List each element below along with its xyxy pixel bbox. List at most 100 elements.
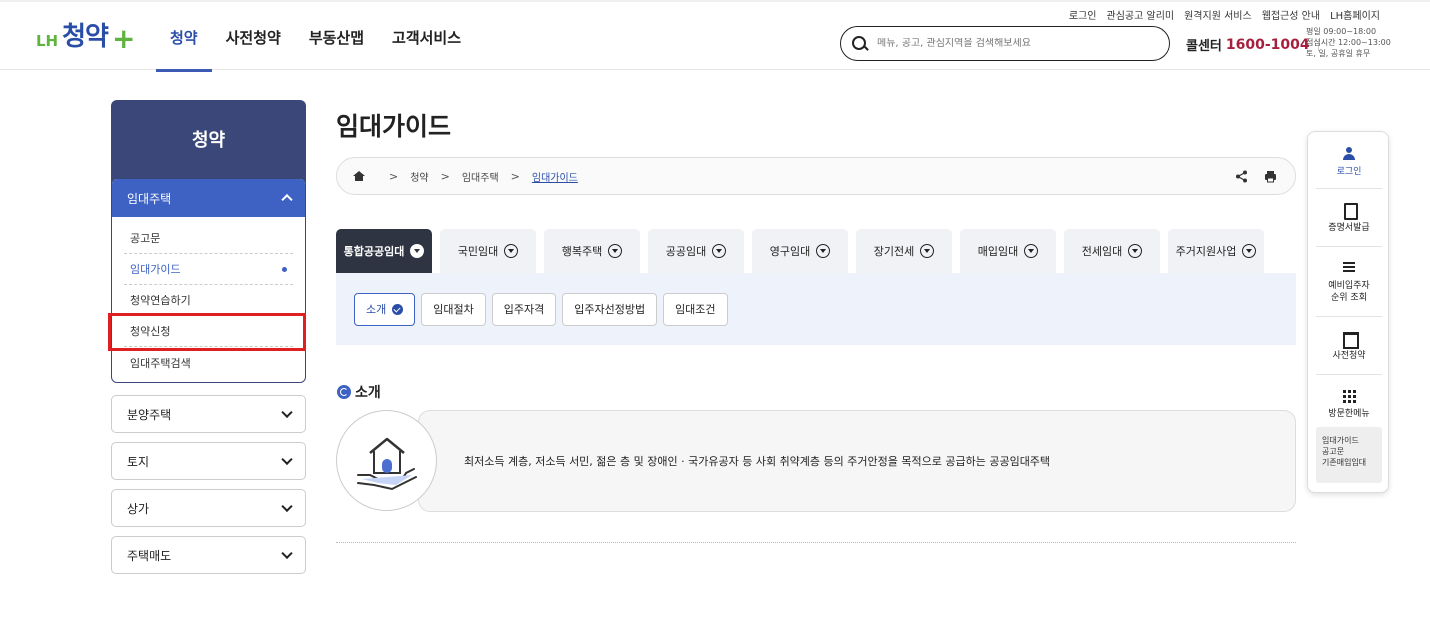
home-icon[interactable] — [353, 171, 365, 181]
breadcrumb-item[interactable]: 임대주택 — [462, 169, 499, 184]
logo[interactable]: LH 청약 + — [36, 16, 135, 53]
subtab-label: 소개 — [366, 303, 387, 316]
chevron-up-icon — [281, 193, 293, 206]
chevron-down-icon — [504, 244, 519, 258]
visited-item[interactable]: 기존매입임대 — [1322, 457, 1376, 468]
hours-closed: 토, 일, 공휴일 휴무 — [1306, 49, 1371, 58]
highlight-box — [108, 313, 306, 351]
subtab-intro[interactable]: 소개 — [354, 292, 416, 326]
search-bar[interactable] — [840, 26, 1170, 61]
section-title: 소개 — [337, 382, 381, 402]
quick-login-label: 로그인 — [1336, 167, 1362, 177]
breadcrumb-separator: > — [510, 169, 520, 183]
hours-lunch: 점심시간 12:00~13:00 — [1306, 38, 1391, 47]
subtab-eligibility[interactable]: 입주자격 — [491, 292, 557, 326]
utility-links: 로그인 관심공고 알리미 원격지원 서비스 웹접근성 안내 LH홈페이지 — [1069, 7, 1380, 22]
side-nav-land-label: 토지 — [127, 454, 150, 469]
chevron-down-icon — [410, 244, 425, 258]
tab-label: 영구임대 — [769, 245, 811, 258]
subtab-selection[interactable]: 입주자선정방법 — [562, 292, 658, 326]
quick-login[interactable]: 로그인 — [1316, 146, 1382, 178]
subtab-conditions[interactable]: 임대조건 — [663, 292, 728, 326]
side-nav: 청약 임대주택 공고문 임대가이드 청약연습하기 청약신청 임대주택검색 — [111, 100, 306, 383]
chevron-down-icon — [1024, 244, 1039, 258]
page-title: 임대가이드 — [336, 112, 452, 141]
tab-label: 장기전세 — [873, 245, 915, 258]
tab-permanent[interactable]: 영구임대 — [752, 229, 848, 273]
tab-purchase[interactable]: 매입임대 — [960, 229, 1056, 273]
check-icon — [392, 303, 404, 315]
nav-cheongyak[interactable]: 청약 — [156, 2, 212, 72]
quick-pre-cheongyak-label: 사전청약 — [1332, 351, 1366, 361]
side-nav-item-notice[interactable]: 공고문 — [124, 223, 293, 254]
chevron-down-icon — [816, 244, 831, 258]
quick-visited-label: 방문한메뉴 — [1328, 409, 1370, 419]
chevron-down-icon — [1242, 244, 1257, 258]
callcenter: 콜센터 1600-1004 — [1186, 35, 1323, 54]
hours-weekday: 평일 09:00~18:00 — [1306, 27, 1377, 36]
header: 로그인 관심공고 알리미 원격지원 서비스 웹접근성 안내 LH홈페이지 LH … — [0, 0, 1430, 72]
tab-happy-housing[interactable]: 행복주택 — [544, 229, 640, 273]
breadcrumb-item[interactable]: 청약 — [410, 169, 428, 184]
side-nav-item-search[interactable]: 임대주택검색 — [124, 347, 293, 378]
breadcrumb-current[interactable]: 임대가이드 — [532, 169, 578, 184]
quick-menu: 로그인 증명서발급 예비입주자 순위 조회 사전청약 방문한메뉴 임대가이드 공… — [1307, 131, 1389, 493]
util-accessibility[interactable]: 웹접근성 안내 — [1262, 7, 1320, 22]
side-nav-sale-housing[interactable]: 분양주택 — [111, 395, 306, 433]
housing-type-tabs: 통합공공임대 국민임대 행복주택 공공임대 영구임대 장기전세 매입임대 전세임… — [336, 229, 1264, 273]
util-remote[interactable]: 원격지원 서비스 — [1184, 7, 1252, 22]
quick-certificate[interactable]: 증명서발급 — [1316, 202, 1382, 234]
subtab-procedure[interactable]: 임대절차 — [421, 292, 486, 326]
person-icon — [1341, 146, 1357, 162]
quick-pre-cheongyak[interactable]: 사전청약 — [1316, 330, 1382, 362]
tab-label: 매입임대 — [977, 245, 1019, 258]
tab-label: 주거지원사업 — [1175, 245, 1237, 258]
print-icon[interactable] — [1264, 170, 1277, 183]
chevron-down-icon — [1128, 244, 1143, 258]
tab-housing-support[interactable]: 주거지원사업 — [1168, 229, 1264, 273]
quick-visited[interactable]: 방문한메뉴 — [1316, 388, 1382, 420]
side-nav-house-sale-label: 주택매도 — [127, 548, 172, 563]
nav-realestate-map[interactable]: 부동산맵 — [295, 2, 378, 72]
breadcrumb-separator: > — [440, 169, 450, 183]
visited-item[interactable]: 공고문 — [1322, 446, 1376, 457]
side-nav-house-sale[interactable]: 주택매도 — [111, 536, 306, 574]
nav-pre-cheongyak[interactable]: 사전청약 — [212, 2, 295, 72]
quick-divider — [1316, 188, 1382, 189]
grid-icon — [1341, 388, 1357, 404]
tab-jeonse[interactable]: 전세임대 — [1064, 229, 1160, 273]
search-input[interactable] — [877, 38, 1157, 49]
intro-illustration — [336, 410, 437, 511]
side-nav-shop-label: 상가 — [127, 501, 150, 516]
calendar-icon — [1341, 330, 1359, 349]
section-title-text: 소개 — [355, 385, 381, 401]
side-nav-item-practice[interactable]: 청약연습하기 — [124, 285, 293, 316]
side-nav-shop[interactable]: 상가 — [111, 489, 306, 527]
search-icon[interactable] — [851, 35, 869, 53]
breadcrumb-separator: > — [389, 169, 399, 183]
tab-national[interactable]: 국민임대 — [440, 229, 536, 273]
util-alert[interactable]: 관심공고 알리미 — [1107, 7, 1175, 22]
visited-menu-list: 임대가이드 공고문 기존매입임대 — [1316, 427, 1382, 483]
document-icon — [1341, 202, 1358, 220]
callcenter-hours: 평일 09:00~18:00 점심시간 12:00~13:00 토, 일, 공휴… — [1306, 26, 1391, 59]
side-nav-group-header[interactable]: 임대주택 — [112, 179, 305, 217]
share-icon[interactable] — [1235, 170, 1248, 183]
nav-customer-service[interactable]: 고객서비스 — [378, 2, 475, 72]
tab-label: 통합공공임대 — [343, 245, 405, 258]
util-lh-home[interactable]: LH홈페이지 — [1330, 7, 1380, 22]
breadcrumb-tools — [1235, 170, 1277, 183]
quick-waitlist[interactable]: 예비입주자 순위 조회 — [1316, 260, 1382, 304]
visited-item[interactable]: 임대가이드 — [1322, 435, 1376, 446]
tab-label: 전세임대 — [1081, 245, 1123, 258]
util-login[interactable]: 로그인 — [1069, 7, 1097, 22]
intro-box: 최저소득 계층, 저소득 서민, 젊은 층 및 장애인 · 국가유공자 등 사회… — [418, 410, 1296, 512]
tab-long-term-jeonse[interactable]: 장기전세 — [856, 229, 952, 273]
tab-integrated-public[interactable]: 통합공공임대 — [336, 229, 432, 273]
chevron-down-icon — [712, 244, 727, 258]
quick-divider — [1316, 316, 1382, 317]
side-nav-land[interactable]: 토지 — [111, 442, 306, 480]
chevron-down-icon — [920, 244, 935, 258]
side-nav-item-rental-guide[interactable]: 임대가이드 — [124, 254, 293, 285]
tab-public[interactable]: 공공임대 — [648, 229, 744, 273]
